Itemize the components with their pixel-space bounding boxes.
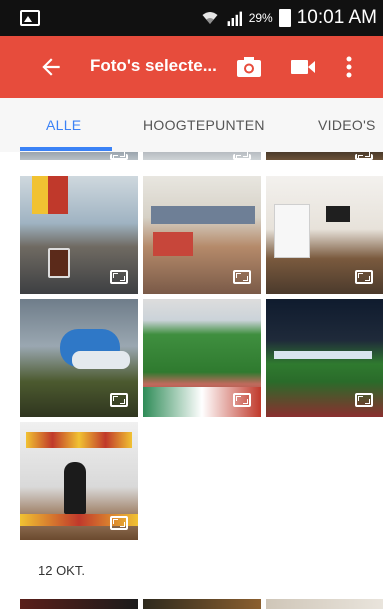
battery-icon [278, 9, 291, 27]
photo-thumbnail[interactable] [20, 176, 138, 294]
expand-icon [355, 270, 373, 284]
expand-icon [110, 516, 128, 530]
status-right: 29% 10:01 AM [201, 0, 377, 36]
video-camera-icon[interactable] [290, 58, 316, 76]
camera-icon[interactable] [236, 56, 262, 78]
tab-bar: ALLE HOOGTEPUNTEN VIDEO'S [0, 98, 383, 152]
app-bar: Foto's selecte... [0, 36, 383, 98]
photo-content [153, 232, 193, 256]
tab-videos[interactable]: VIDEO'S [318, 98, 376, 152]
photo-content [274, 351, 372, 359]
wifi-icon [202, 12, 218, 24]
tab-indicator [20, 147, 112, 151]
status-bar: 29% 10:01 AM [0, 0, 383, 36]
more-vert-icon[interactable] [344, 54, 354, 80]
expand-icon [355, 393, 373, 407]
expand-icon [110, 393, 128, 407]
arrow-left-icon[interactable] [38, 54, 64, 80]
photo-content [48, 248, 70, 278]
image-icon [20, 10, 40, 26]
expand-icon [233, 270, 251, 284]
photo-thumbnail[interactable] [20, 422, 138, 540]
photo-thumbnail[interactable] [266, 152, 383, 160]
clock: 10:01 AM [296, 7, 377, 28]
photo-thumbnail[interactable] [20, 152, 138, 160]
photo-thumbnail[interactable] [143, 176, 261, 294]
photo-thumbnail[interactable] [143, 152, 261, 160]
photo-content [326, 206, 350, 222]
tab-all[interactable]: ALLE [46, 98, 81, 152]
photo-grid [0, 152, 383, 602]
photo-thumbnail[interactable] [143, 299, 261, 417]
battery-percent: 29% [248, 11, 273, 25]
signal-icon [227, 11, 242, 26]
photo-content [72, 351, 130, 369]
photo-content [26, 432, 132, 448]
photo-thumbnail[interactable] [266, 599, 383, 609]
photo-content [151, 206, 255, 224]
photo-content [48, 176, 68, 214]
photo-thumbnail[interactable] [20, 299, 138, 417]
photo-thumbnail[interactable] [143, 599, 261, 609]
expand-icon [355, 152, 373, 160]
tab-highlights[interactable]: HOOGTEPUNTEN [143, 98, 265, 152]
photo-thumbnail[interactable] [266, 176, 383, 294]
expand-icon [233, 393, 251, 407]
expand-icon [110, 270, 128, 284]
photo-thumbnail[interactable] [266, 299, 383, 417]
photo-content [64, 462, 86, 514]
photo-thumbnail[interactable] [20, 599, 138, 609]
expand-icon [110, 152, 128, 160]
section-date: 12 OKT. [38, 563, 85, 578]
page-title: Foto's selecte... [90, 56, 217, 75]
expand-icon [233, 152, 251, 160]
photo-content [274, 204, 310, 258]
